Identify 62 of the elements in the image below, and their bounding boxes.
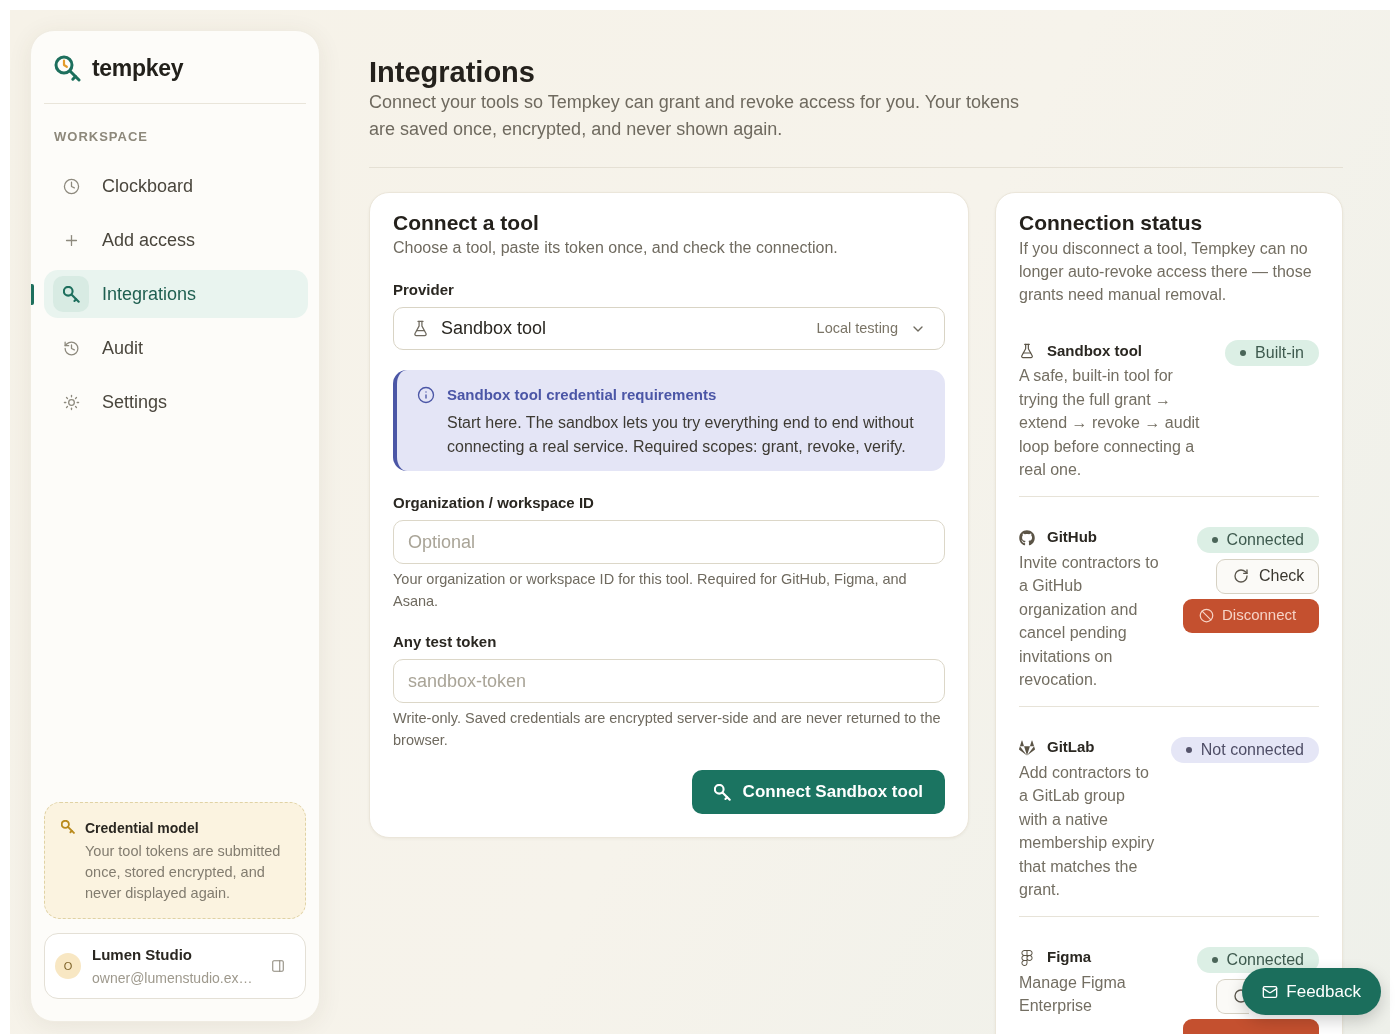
tool-name: GitLab [1047,737,1095,758]
nav-item[interactable]: Audit [44,324,308,372]
mail-icon [1262,983,1279,1000]
status-badge: Connected [1196,526,1319,553]
key-icon [61,820,75,834]
account-email: owner@lumenstudio.ex… [92,969,254,987]
info-icon [417,386,435,404]
tool-description: A safe, built-in tool for trying the full grant → extend → revoke → audit loop before connecting a real one. [1019,366,1201,480]
notice-text: Start here. The sandbox lets you try everything end to end without connecting a real service. Required scopes: grant, revoke, verify. [447,413,915,457]
tool-description: Invite contractors to a GitHub organization and cancel pending invitations on revocation. [1019,552,1160,690]
status-badge: Built-in [1225,340,1319,366]
field-help: Your organization or workspace ID for this tool. Required for GitHub, Figma, and Asana. [393,570,908,611]
note-title: Credential model [85,819,200,838]
key-icon [713,783,731,801]
text-input[interactable]: sandbox-token [393,659,945,703]
tool-description: Add contractors to a GitLab group with a native membership expiry that matches the grant. [1019,762,1156,900]
page-title: Integrations [369,55,536,89]
brand-name: tempkey [92,54,184,82]
key-icon [53,276,89,312]
select-hint: Local testing [816,318,898,338]
nav-item[interactable]: Clockboard [44,162,308,210]
figma-icon [1019,949,1035,966]
card-title: Connect a tool [393,210,540,236]
flask-icon [1019,343,1035,359]
account-name: Lumen Studio [92,945,193,965]
field-help: Write-only. Saved credentials are encrypted server-side and are never returned to the browser. [393,709,942,750]
history-icon [62,339,80,357]
account-card[interactable]: O Lumen Studio owner@lumenstudio.ex… [44,933,306,999]
github-icon [1019,529,1035,546]
card-description: If you disconnect a tool, Tempkey can no longer auto-revoke access there — those grants need manual removal. [1019,239,1313,305]
provider-select[interactable]: Sandbox tool Local testing [393,307,945,350]
gitlab-icon [1019,739,1035,756]
field-label: Provider [393,280,454,300]
tool-name: Sandbox tool [1047,340,1142,361]
nav-item[interactable]: Settings [44,378,308,426]
card-subtitle: Choose a tool, paste its token once, and check the connection. [393,238,839,258]
logo-icon [54,54,81,82]
refresh-icon [1233,568,1249,584]
section-label: WORKSPACE [54,129,148,145]
sun-icon [62,393,80,411]
tool-name: GitHub [1047,527,1097,548]
tool-name: Figma [1047,947,1092,968]
flask-icon [412,320,429,337]
connect-button[interactable]: Connect Sandbox tool [691,770,945,814]
note-text: Your tool tokens are submitted once, stored encrypted, and never displayed again. [85,842,282,903]
feedback-button[interactable]: Feedback [1242,968,1381,1015]
field-label: Organization / workspace ID [393,493,594,513]
status-badge: Not connected [1170,736,1319,763]
clock-icon [62,177,80,195]
page-description: Connect your tools so Tempkey can grant and revoke access for you. Your tokens are saved once, encrypted, and never shown again. [369,91,1021,141]
field-label: Any test token [393,632,497,652]
notice-title: Sandbox tool credential requirements [447,385,718,405]
tool-description: Manage Figma Enterprise [1019,972,1127,1016]
panel-icon[interactable] [271,958,285,974]
nav-item[interactable]: Integrations [44,270,308,318]
selection-indicator [31,283,34,305]
ban-icon [1199,608,1214,623]
nav-item[interactable]: Add access [44,216,308,264]
text-input[interactable]: Optional [393,520,945,564]
check-button[interactable]: Check [1216,558,1319,594]
card-title: Connection status [1019,210,1204,236]
avatar: O [55,953,81,979]
